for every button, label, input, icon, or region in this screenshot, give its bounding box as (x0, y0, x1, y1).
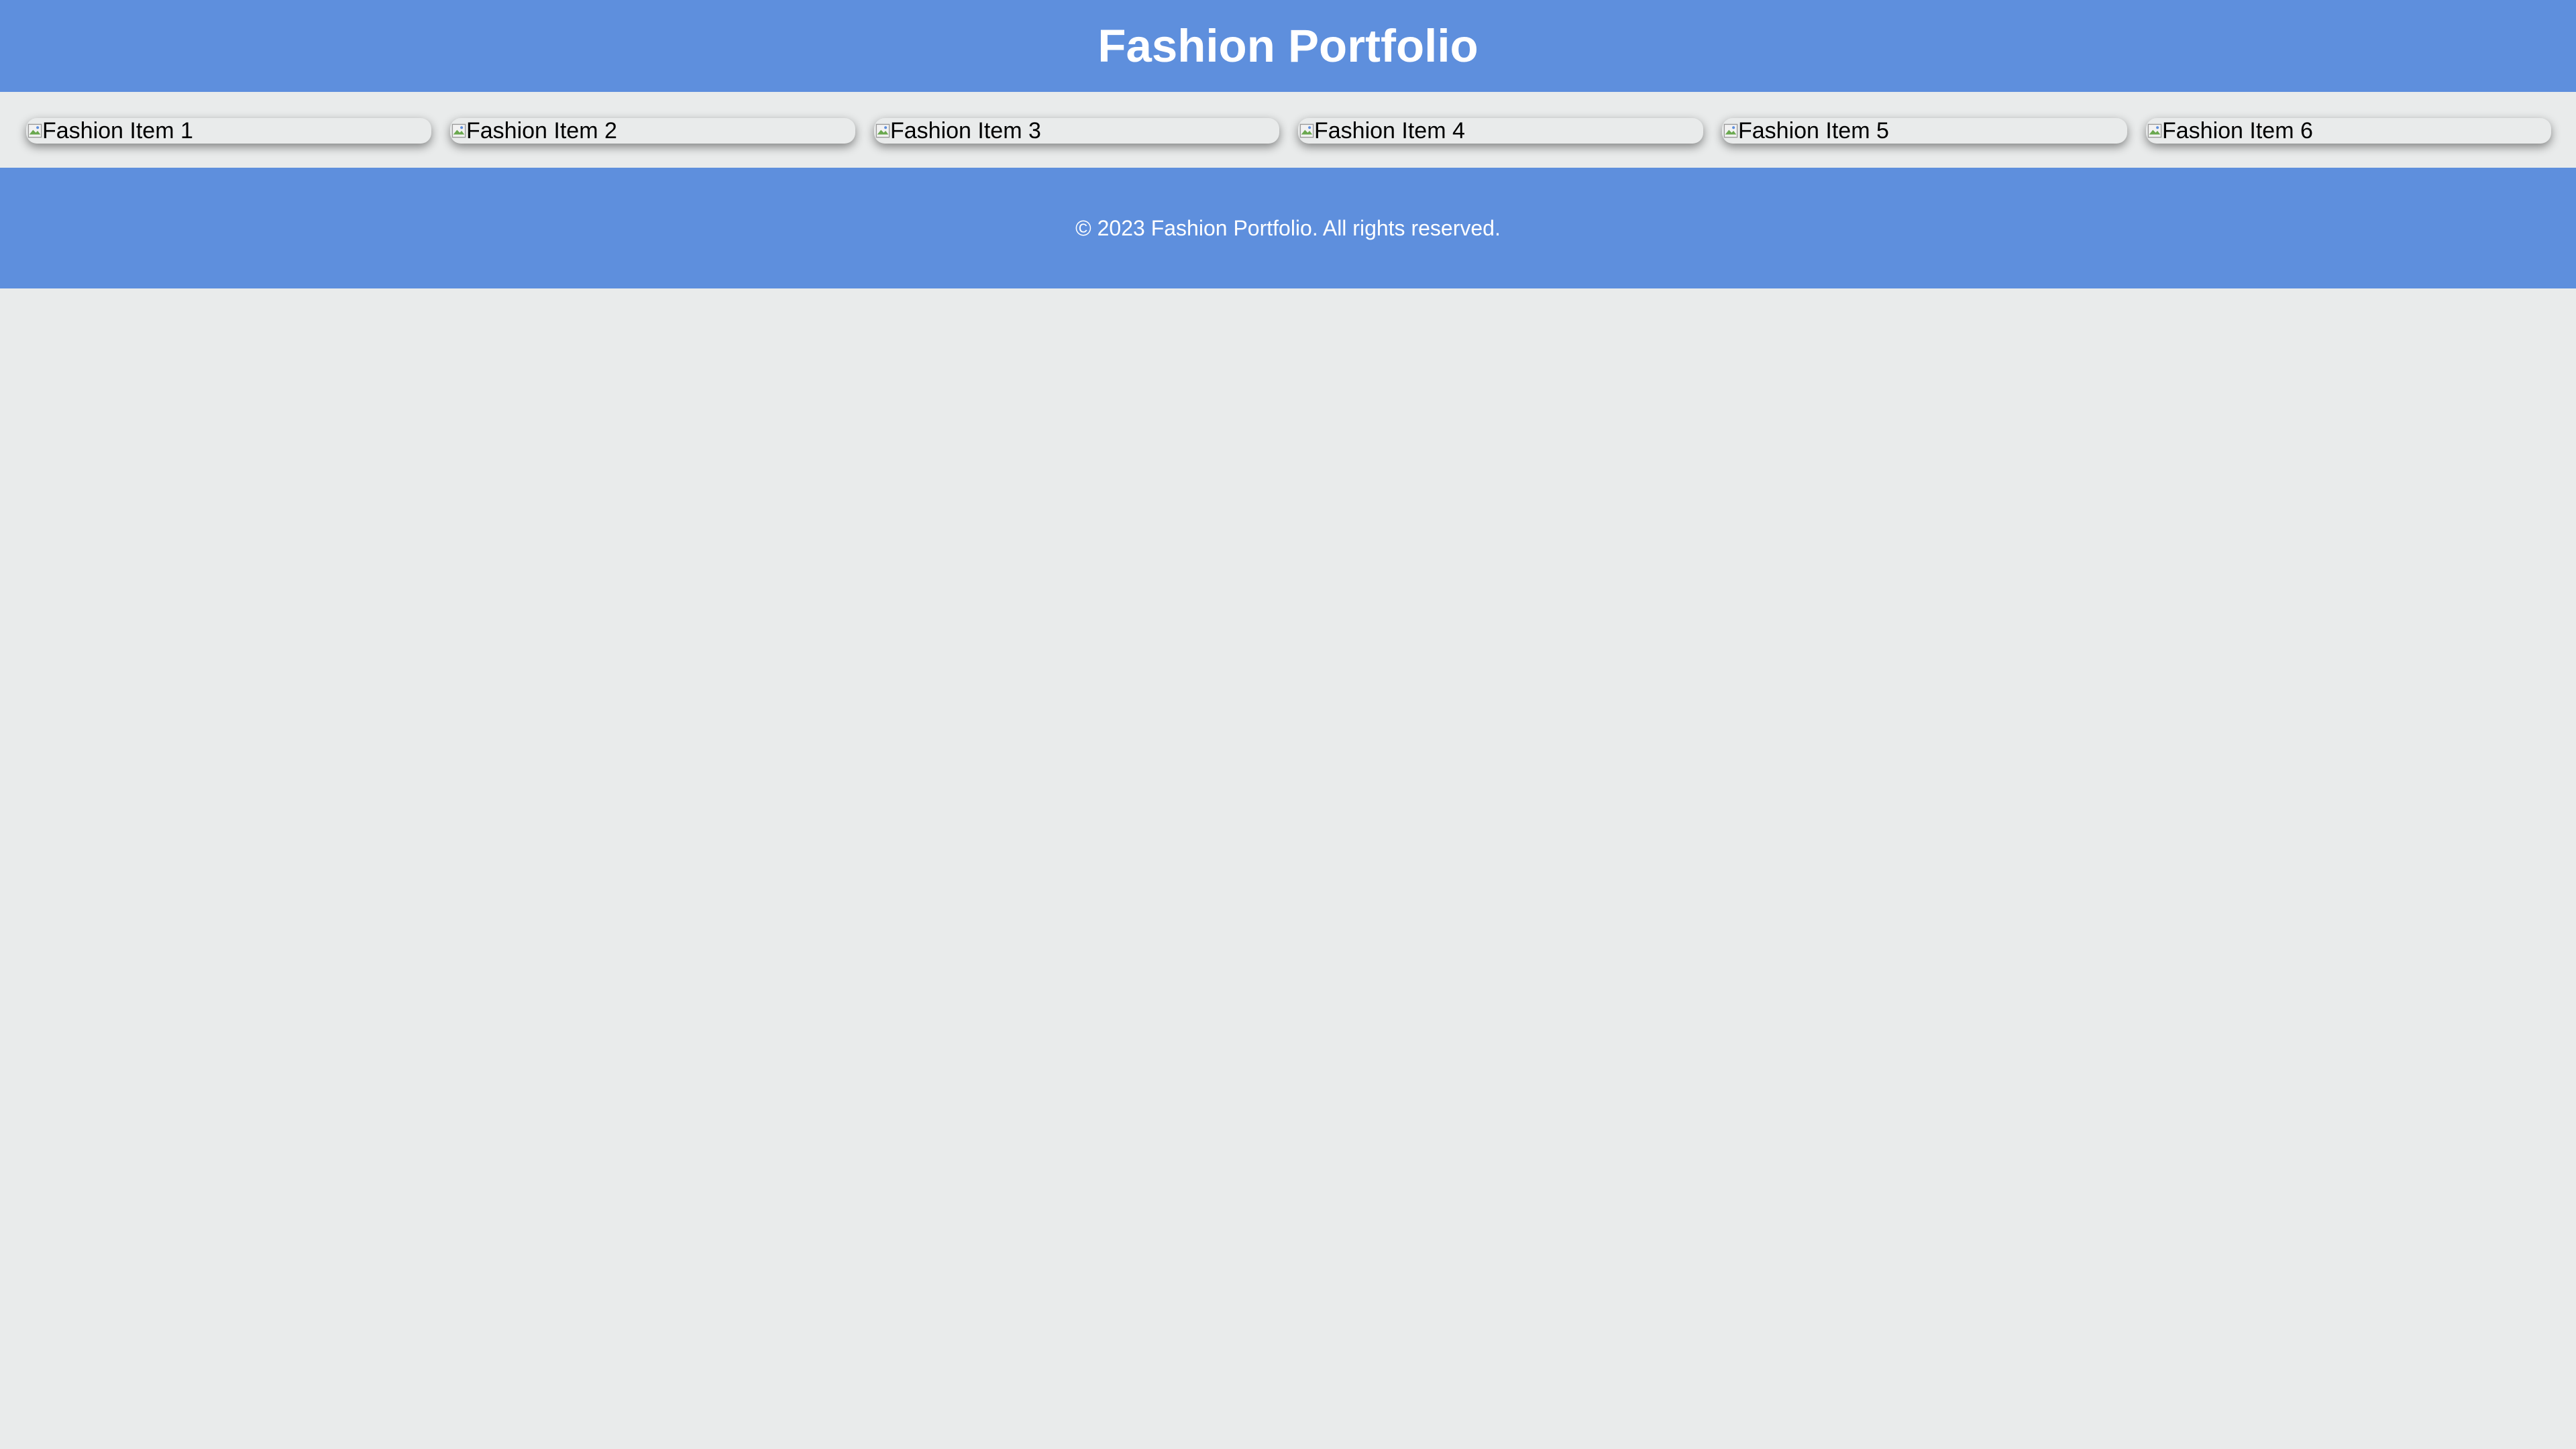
gallery-item-label: Fashion Item 3 (890, 118, 1041, 144)
gallery-item-4[interactable]: Fashion Item 4 (1298, 118, 1703, 144)
broken-image-icon (451, 123, 466, 138)
gallery-item-label: Fashion Item 5 (1738, 118, 1889, 144)
gallery-item-label: Fashion Item 1 (42, 118, 193, 144)
site-footer: © 2023 Fashion Portfolio. All rights res… (0, 168, 2576, 288)
site-header: Fashion Portfolio (0, 0, 2576, 92)
gallery-item-label: Fashion Item 2 (466, 118, 617, 144)
gallery-item-1[interactable]: Fashion Item 1 (26, 118, 431, 144)
gallery-item-6[interactable]: Fashion Item 6 (2146, 118, 2551, 144)
broken-image-icon (875, 123, 890, 138)
broken-image-icon (28, 123, 42, 138)
broken-image-icon (1723, 123, 1738, 138)
gallery-item-3[interactable]: Fashion Item 3 (874, 118, 1279, 144)
copyright-text: © 2023 Fashion Portfolio. All rights res… (1075, 215, 1501, 240)
gallery-item-2[interactable]: Fashion Item 2 (450, 118, 855, 144)
gallery-item-5[interactable]: Fashion Item 5 (1722, 118, 2127, 144)
page-title: Fashion Portfolio (1097, 20, 1479, 72)
gallery-item-label: Fashion Item 4 (1314, 118, 1465, 144)
broken-image-icon (1299, 123, 1314, 138)
broken-image-icon (2147, 123, 2162, 138)
gallery-grid: Fashion Item 1 Fashion Item 2 Fashion It… (0, 92, 2576, 168)
gallery-item-label: Fashion Item 6 (2162, 118, 2313, 144)
